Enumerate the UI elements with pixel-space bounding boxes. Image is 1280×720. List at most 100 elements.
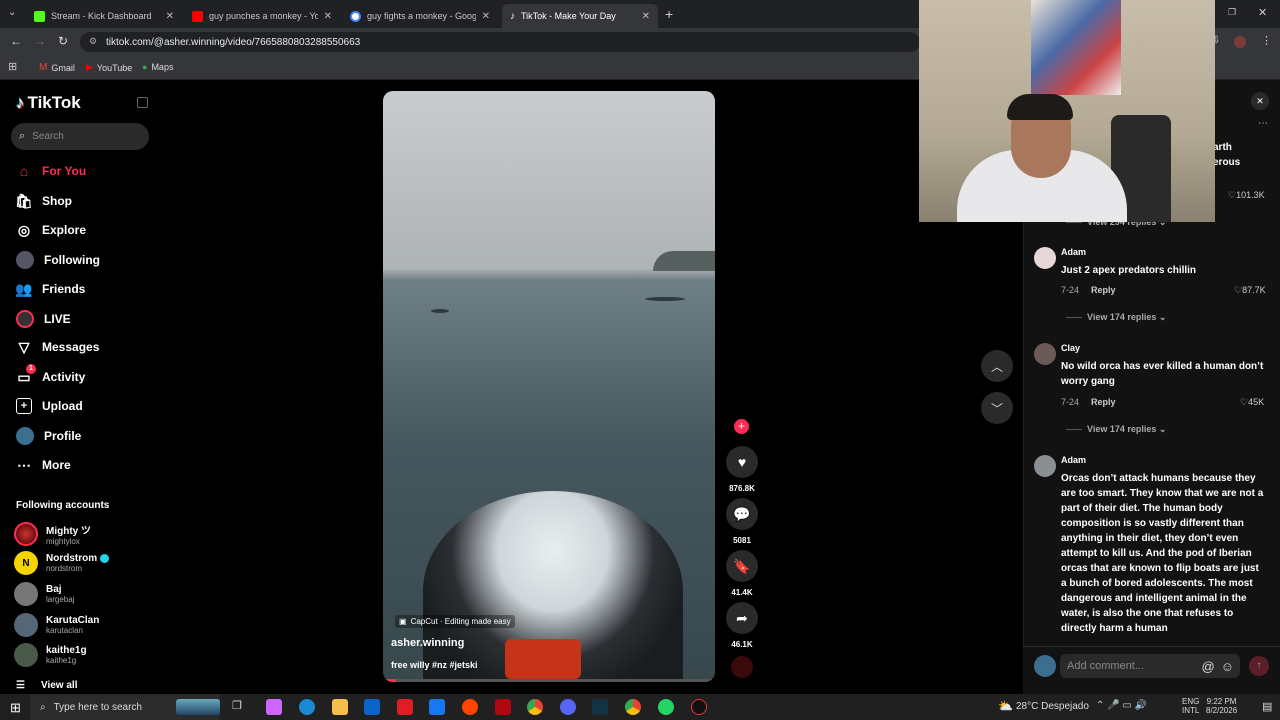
nav-shop[interactable]: 🛍 Shop [15,193,72,209]
reload-icon[interactable]: ↻ [58,34,68,48]
progress-track[interactable] [383,679,715,682]
account-item[interactable]: kaithe1g kaithe1g [14,643,87,667]
site-info-icon[interactable]: ⚙ [89,36,97,47]
close-tab-icon[interactable]: ✕ [482,11,490,22]
reply-button[interactable]: Reply [1091,285,1116,295]
nav-explore[interactable]: ◎ Explore [16,222,86,238]
clock[interactable]: 9:22 PM 8/2/2026 [1206,697,1237,715]
tab-search-chevron-icon[interactable]: ⌄ [8,7,16,18]
avatar[interactable] [1034,247,1056,269]
edge-icon[interactable] [299,699,315,715]
search-input[interactable]: ⌕ Search [11,123,149,150]
chrome-icon[interactable] [527,699,543,715]
nav-more[interactable]: ⋯ More [16,457,71,473]
nav-messages[interactable]: ▽ Messages [16,339,100,355]
restore-window-icon[interactable]: ❐ [1228,7,1236,18]
view-replies-button[interactable]: View 174 replies ⌄ [1066,424,1166,435]
nav-live[interactable]: LIVE [16,310,71,328]
profile-icon[interactable] [1234,36,1246,48]
bookmark-youtube[interactable]: ▶ YouTube [86,62,132,73]
comment-username[interactable]: Clay [1061,343,1080,353]
like-action[interactable]: ♥ 876.8K [726,446,758,493]
comment-username[interactable]: Adam [1061,247,1086,257]
discord-icon[interactable] [560,699,576,715]
whatsapp-icon[interactable] [658,699,674,715]
video-author[interactable]: asher.winning [391,637,464,649]
close-window-icon[interactable]: ✕ [1258,6,1267,19]
sound-disc-icon[interactable] [731,656,753,678]
close-tab-icon[interactable]: ✕ [166,11,174,22]
nav-for-you[interactable]: ⌂ For You [16,163,86,179]
tab-tiktok[interactable]: ♪ TikTok - Make Your Day ✕ [502,4,658,28]
account-item[interactable]: Mighty ツ mightylox [14,522,91,546]
back-icon[interactable]: ← [10,34,22,48]
bookmark-gmail[interactable]: M Gmail [39,62,75,73]
reddit-icon[interactable] [462,699,478,715]
view-all-link[interactable]: ☰ View all [16,680,77,691]
share-action[interactable]: ➦ 46.1K [726,602,758,649]
more-options-icon[interactable]: ⋯ [1258,118,1268,129]
file-explorer-icon[interactable] [332,699,348,715]
task-view-icon[interactable]: ❐ [232,699,248,715]
share-count: 46.1K [731,640,753,649]
url-bar[interactable]: ⚙ tiktok.com/@asher.winning/video/766588… [80,32,920,52]
video-player[interactable]: ▣ CapCut · Editing made easy asher.winni… [383,91,715,682]
follow-plus-button[interactable]: + [734,419,749,434]
account-item[interactable]: Baj largebaj [14,582,74,606]
avatar[interactable] [1034,455,1056,477]
comment-like[interactable]: ♡45K [1240,397,1264,408]
new-tab-icon[interactable]: + [665,6,673,22]
comment-username[interactable]: Adam [1061,455,1086,465]
nav-label: Activity [42,370,86,384]
comment-like[interactable]: ♡87.7K [1234,285,1266,296]
netflix-icon[interactable] [495,699,511,715]
capcut-tag[interactable]: ▣ CapCut · Editing made easy [395,615,515,628]
save-action[interactable]: 🔖 41.4K [726,550,758,597]
copilot-icon[interactable] [266,699,282,715]
tab-youtube[interactable]: guy punches a monkey - YouTu ✕ [184,4,340,28]
windows-start-icon[interactable]: ⊞ [10,700,21,716]
weather-text[interactable]: 28°C Despejado [1016,701,1089,712]
activity-badge: 1 [26,364,36,374]
tab-google[interactable]: guy fights a monkey - Google S ✕ [342,4,498,28]
account-name: Nordstrom [46,553,98,564]
terminal-icon[interactable] [592,699,608,715]
facebook-icon[interactable] [429,699,445,715]
comment-like[interactable]: ♡101.3K [1228,190,1265,201]
account-item[interactable]: KarutaClan karutaclan [14,613,99,637]
view-replies-button[interactable]: View 174 replies ⌄ [1066,312,1166,323]
notifications-icon[interactable]: ▤ [1262,700,1272,713]
close-comments-icon[interactable]: ✕ [1251,92,1269,110]
chrome-active-icon[interactable] [625,699,641,715]
outlook-icon[interactable] [364,699,380,715]
nav-activity[interactable]: ▭ 1 Activity [16,364,86,385]
weather-icon[interactable]: ⛅ [998,699,1013,713]
language-indicator[interactable]: ENG INTL [1182,697,1199,715]
apps-grid-icon[interactable]: ⊞ [8,60,17,73]
close-tab-icon[interactable]: ✕ [324,11,332,22]
browser-menu-icon[interactable]: ⋮ [1261,34,1272,47]
mention-icon[interactable]: @ [1202,659,1215,674]
tab-kick[interactable]: Stream - Kick Dashboard ✕ [26,4,182,28]
comment-action[interactable]: 💬 5081 [726,498,758,545]
bookmark-maps[interactable]: ● Maps [142,62,173,72]
previous-video-button[interactable]: ︿ [981,350,1013,382]
youtube-app-icon[interactable] [397,699,413,715]
next-video-button[interactable]: ﹀ [981,392,1013,424]
account-item[interactable]: N Nordstrom nordstrom [14,551,109,575]
post-comment-button[interactable]: ↑ [1249,656,1269,676]
avatar[interactable] [1034,343,1056,365]
nav-friends[interactable]: 👥 Friends [15,281,85,297]
close-tab-icon[interactable]: ✕ [642,11,650,22]
tray-icons[interactable]: ⌃ 🎤 ▭ 🔊 [1096,700,1147,711]
reply-button[interactable]: Reply [1091,397,1116,407]
nav-profile[interactable]: Profile [16,427,81,445]
forward-icon[interactable]: → [34,34,46,48]
emoji-icon[interactable]: ☺ [1221,659,1234,674]
nav-upload[interactable]: + Upload [16,398,83,414]
tiktok-logo[interactable]: ♪ TikTok [16,93,81,113]
add-comment-input[interactable]: Add comment... @ ☺ [1060,654,1240,678]
nav-following[interactable]: Following [16,251,100,269]
obs-icon[interactable] [691,699,707,715]
collapse-sidebar-icon[interactable] [137,97,148,108]
